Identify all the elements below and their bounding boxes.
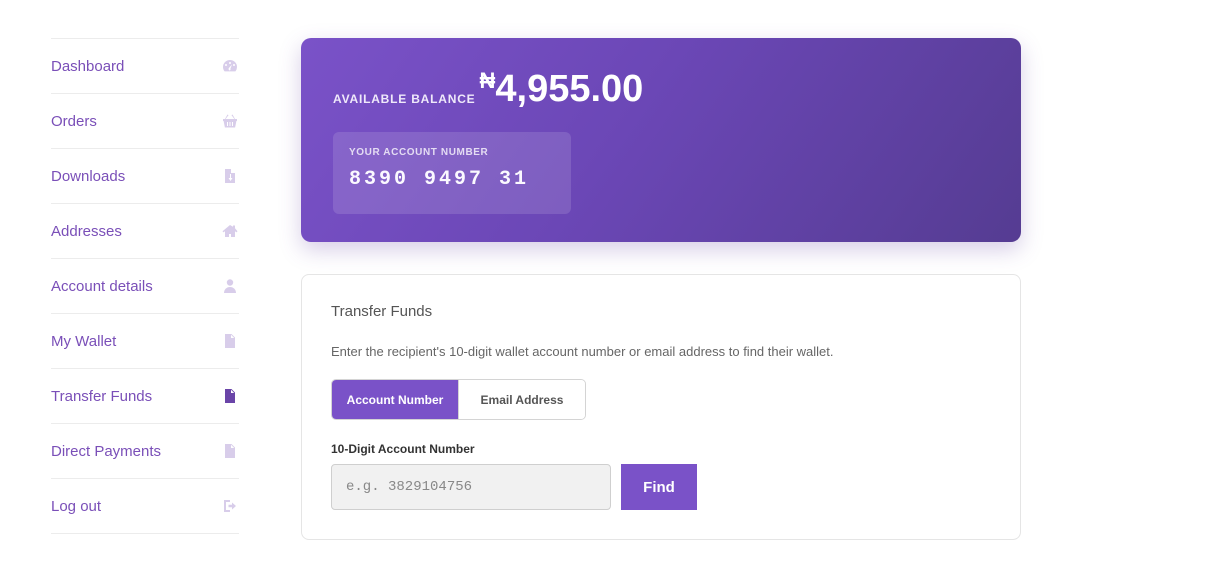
account-number-field-label: 10-Digit Account Number [331, 442, 475, 456]
sidebar-item-label: Downloads [51, 167, 126, 185]
basket-icon [221, 112, 239, 130]
find-button[interactable]: Find [621, 464, 697, 510]
account-number-box: YOUR ACCOUNT NUMBER 8390 9497 31 [333, 132, 571, 214]
document-icon [221, 332, 239, 350]
sidebar-item-label: Account details [51, 277, 153, 295]
balance-label: AVAILABLE BALANCE [333, 92, 476, 106]
sidebar-item-label: Orders [51, 112, 97, 130]
account-number-label: YOUR ACCOUNT NUMBER [349, 147, 489, 158]
home-icon [221, 222, 239, 240]
balance-amount: 4,955.00 [495, 68, 644, 110]
currency-symbol: ₦ [479, 68, 496, 93]
wallet-balance-card: AVAILABLE BALANCE ₦ 4,955.00 YOUR ACCOUN… [301, 38, 1021, 242]
sidebar-item-dashboard[interactable]: Dashboard [51, 39, 239, 94]
sidebar-item-direct-payments[interactable]: Direct Payments [51, 424, 239, 479]
file-download-icon [221, 167, 239, 185]
sign-out-icon [221, 497, 239, 515]
balance-row: AVAILABLE BALANCE ₦ 4,955.00 [333, 68, 643, 109]
transfer-title: Transfer Funds [331, 303, 433, 320]
sidebar-item-log-out[interactable]: Log out [51, 479, 239, 534]
lookup-method-toggle: Account Number Email Address [331, 379, 586, 420]
sidebar-item-label: Transfer Funds [51, 387, 153, 405]
dashboard-gauge-icon [221, 57, 239, 75]
sidebar-item-addresses[interactable]: Addresses [51, 204, 239, 259]
sidebar-item-label: Direct Payments [51, 442, 162, 460]
email-address-tab[interactable]: Email Address [458, 380, 585, 419]
sidebar-item-transfer-funds[interactable]: Transfer Funds [51, 369, 239, 424]
sidebar-item-orders[interactable]: Orders [51, 94, 239, 149]
sidebar-item-my-wallet[interactable]: My Wallet [51, 314, 239, 369]
sidebar-item-account-details[interactable]: Account details [51, 259, 239, 314]
sidebar-item-label: Addresses [51, 222, 122, 240]
sidebar-item-label: Log out [51, 497, 102, 515]
sidebar-item-downloads[interactable]: Downloads [51, 149, 239, 204]
account-sidebar: Dashboard Orders Downloads Addresses Acc… [51, 38, 239, 534]
transfer-funds-card: Transfer Funds Enter the recipient's 10-… [301, 274, 1021, 540]
document-icon [221, 387, 239, 405]
document-icon [221, 442, 239, 460]
user-icon [221, 277, 239, 295]
account-number-value: 8390 9497 31 [349, 168, 530, 191]
find-row: Find [331, 464, 991, 510]
transfer-description: Enter the recipient's 10-digit wallet ac… [331, 344, 834, 359]
account-number-input[interactable] [331, 464, 611, 510]
account-number-tab[interactable]: Account Number [332, 380, 458, 419]
sidebar-item-label: Dashboard [51, 57, 125, 75]
sidebar-item-label: My Wallet [51, 332, 117, 350]
